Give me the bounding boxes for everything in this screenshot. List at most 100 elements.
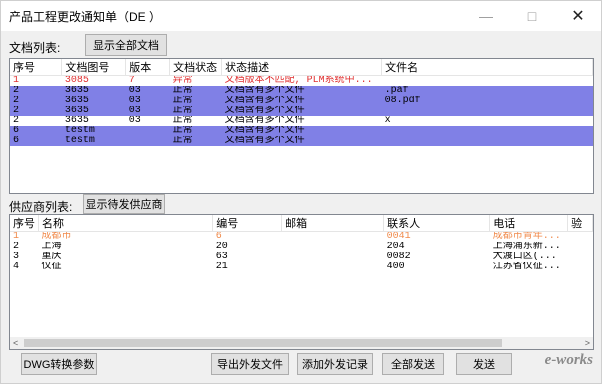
documents-label: 文档列表: (9, 41, 61, 55)
document-cell-ver: 03 (125, 96, 170, 106)
suppliers-column-header[interactable]: 序号 (10, 215, 39, 232)
watermark-text: e-works (544, 352, 593, 368)
document-cell-seq: 6 (10, 126, 62, 136)
document-cell-seq: 2 (10, 106, 62, 116)
close-icon[interactable]: ✕ (555, 1, 601, 31)
supplier-cell-phone: 大渡口区(... (492, 252, 557, 262)
documents-grid[interactable]: 序号 文档图号 版本 文档状态 状态描述 文件名 1 3085 7 异常 文档版本不匹配, PLM… (9, 58, 594, 194)
supplier-cell-name: 仪征 (41, 262, 62, 272)
document-row[interactable]: 6 testm 正常 文档含有多个文件 (10, 136, 593, 146)
document-row[interactable]: 2 3635 03 正常 文档含有多个文件 x (10, 116, 593, 126)
supplier-cell-extra (568, 232, 593, 243)
dwg-params-button[interactable]: DWG转换参数 (21, 353, 97, 375)
supplier-cell-extra (568, 262, 593, 272)
suppliers-label: 供应商列表: (9, 200, 73, 214)
suppliers-table: 序号 名称 编号 邮箱 联系人 电话验 1 成都市 6 0041 成都市青年... 2 上海 20 204… (10, 215, 593, 272)
supplier-row[interactable]: 4 仪征 21 400 江苏省仪征... (10, 262, 593, 272)
suppliers-horizontal-scrollbar[interactable]: < > (10, 337, 593, 349)
supplier-cell-seq: 4 (13, 262, 20, 272)
document-cell-doc-no: 3635 (61, 106, 126, 116)
supplier-cell-seq: 1 (13, 231, 20, 242)
document-cell-doc-no: testm (61, 126, 126, 136)
supplier-cell-phone: 成都市青年... (492, 231, 561, 242)
minimize-icon[interactable]: — (463, 1, 509, 31)
document-cell-ver (125, 136, 170, 146)
send-all-button[interactable]: 全部发送 (382, 353, 444, 375)
document-cell-file: 08.pdf (381, 96, 593, 106)
supplier-cell-code: 20 (215, 242, 228, 252)
documents-column-header[interactable]: 文件名 (381, 59, 593, 76)
supplier-cell-email (282, 232, 384, 243)
supplier-row[interactable]: 3 重庆 63 0082 大渡口区(... (10, 252, 593, 262)
documents-table: 序号 文档图号 版本 文档状态 状态描述 文件名 1 3085 7 异常 文档版本不匹配, PLM… (10, 59, 593, 146)
document-cell-desc: 文档含有多个文件 (221, 126, 382, 136)
document-row[interactable]: 1 3085 7 异常 文档版本不匹配, PLM系统中... (10, 76, 593, 87)
suppliers-column-header[interactable]: 验 (567, 215, 593, 232)
suppliers-header-row: 序号 名称 编号 邮箱 联系人 电话验 (10, 215, 593, 232)
supplier-cell-contact: 0041 (386, 231, 411, 242)
document-row[interactable]: 2 3635 03 正常 文档含有多个文件 .paf (10, 86, 593, 96)
documents-column-header[interactable]: 文档图号 (61, 59, 127, 76)
supplier-cell-name: 成都市 (41, 231, 72, 242)
document-cell-desc: 文档含有多个文件 (221, 86, 382, 96)
supplier-cell-phone: 江苏省仪征... (492, 262, 561, 272)
document-row[interactable]: 2 3635 03 正常 文档含有多个文件 (10, 106, 593, 116)
document-row[interactable]: 2 3635 03 正常 文档含有多个文件 08.pdf (10, 96, 593, 106)
document-cell-seq: 2 (10, 96, 62, 106)
document-row[interactable]: 6 testm 正常 文档含有多个文件 (10, 126, 593, 136)
send-button[interactable]: 发送 (456, 353, 512, 375)
supplier-cell-seq: 3 (13, 252, 20, 262)
suppliers-column-header[interactable]: 名称 (38, 215, 214, 232)
scroll-right-arrow-icon[interactable]: > (585, 338, 590, 348)
maximize-icon[interactable]: □ (509, 1, 555, 31)
supplier-row[interactable]: 1 成都市 6 0041 成都市青年... (10, 232, 593, 243)
export-files-button[interactable]: 导出外发文件 (211, 353, 289, 375)
document-cell-status: 正常 (169, 126, 222, 136)
documents-column-header[interactable]: 序号 (10, 59, 63, 76)
documents-column-header[interactable]: 文档状态 (169, 59, 223, 76)
document-cell-seq: 1 (13, 75, 20, 86)
supplier-cell-phone: 上海浦东新... (492, 242, 561, 252)
document-cell-seq: 6 (10, 136, 62, 146)
show-all-docs-button[interactable]: 显示全部文档 (85, 34, 167, 56)
document-cell-status: 异常 (172, 75, 193, 86)
document-cell-file (382, 76, 593, 87)
document-cell-file: x (381, 116, 593, 126)
suppliers-column-header[interactable]: 联系人 (383, 215, 491, 232)
add-record-button[interactable]: 添加外发记录 (297, 353, 373, 375)
supplier-cell-contact: 0082 (386, 252, 411, 262)
document-cell-seq: 2 (10, 116, 62, 126)
supplier-cell-contact: 400 (386, 262, 405, 272)
eworks-watermark-logo: e-works (545, 348, 593, 369)
document-cell-doc-no: 3635 (61, 96, 126, 106)
show-pending-suppliers-button[interactable]: 显示待发供应商 (83, 194, 165, 214)
document-cell-desc: 文档含有多个文件 (221, 116, 382, 126)
documents-column-header[interactable]: 版本 (125, 59, 171, 76)
suppliers-grid[interactable]: 序号 名称 编号 邮箱 联系人 电话验 1 成都市 6 0041 成都市青年... 2 上海 20 204… (9, 214, 594, 350)
document-cell-file (381, 126, 593, 136)
documents-column-header[interactable]: 状态描述 (221, 59, 383, 76)
title-bar: 产品工程更改通知单（DE ） — □ ✕ (1, 1, 601, 31)
document-cell-ver: 03 (125, 106, 170, 116)
document-cell-file: .paf (381, 86, 593, 96)
supplier-cell-code: 21 (215, 262, 228, 272)
document-cell-ver: 03 (125, 116, 170, 126)
document-cell-doc-no: 3085 (64, 75, 89, 86)
supplier-cell-extra (568, 242, 593, 252)
document-cell-seq: 2 (10, 86, 62, 96)
scrollbar-thumb[interactable] (24, 339, 502, 347)
document-cell-file (381, 136, 593, 146)
suppliers-column-header[interactable]: 邮箱 (281, 215, 385, 232)
document-cell-doc-no: testm (61, 136, 126, 146)
document-cell-ver: 03 (125, 86, 170, 96)
scroll-left-arrow-icon[interactable]: < (13, 338, 18, 348)
supplier-cell-extra (568, 252, 593, 262)
supplier-cell-email (282, 252, 384, 262)
document-cell-status: 正常 (169, 106, 222, 116)
suppliers-column-header[interactable]: 编号 (212, 215, 283, 232)
suppliers-column-header[interactable]: 电话 (489, 215, 569, 232)
supplier-row[interactable]: 2 上海 20 204 上海浦东新... (10, 242, 593, 252)
supplier-cell-name: 上海 (41, 242, 62, 252)
ecn-window: 产品工程更改通知单（DE ） — □ ✕ 文档列表: 显示全部文档 序号 文档图号… (0, 0, 602, 384)
document-cell-ver (125, 126, 170, 136)
